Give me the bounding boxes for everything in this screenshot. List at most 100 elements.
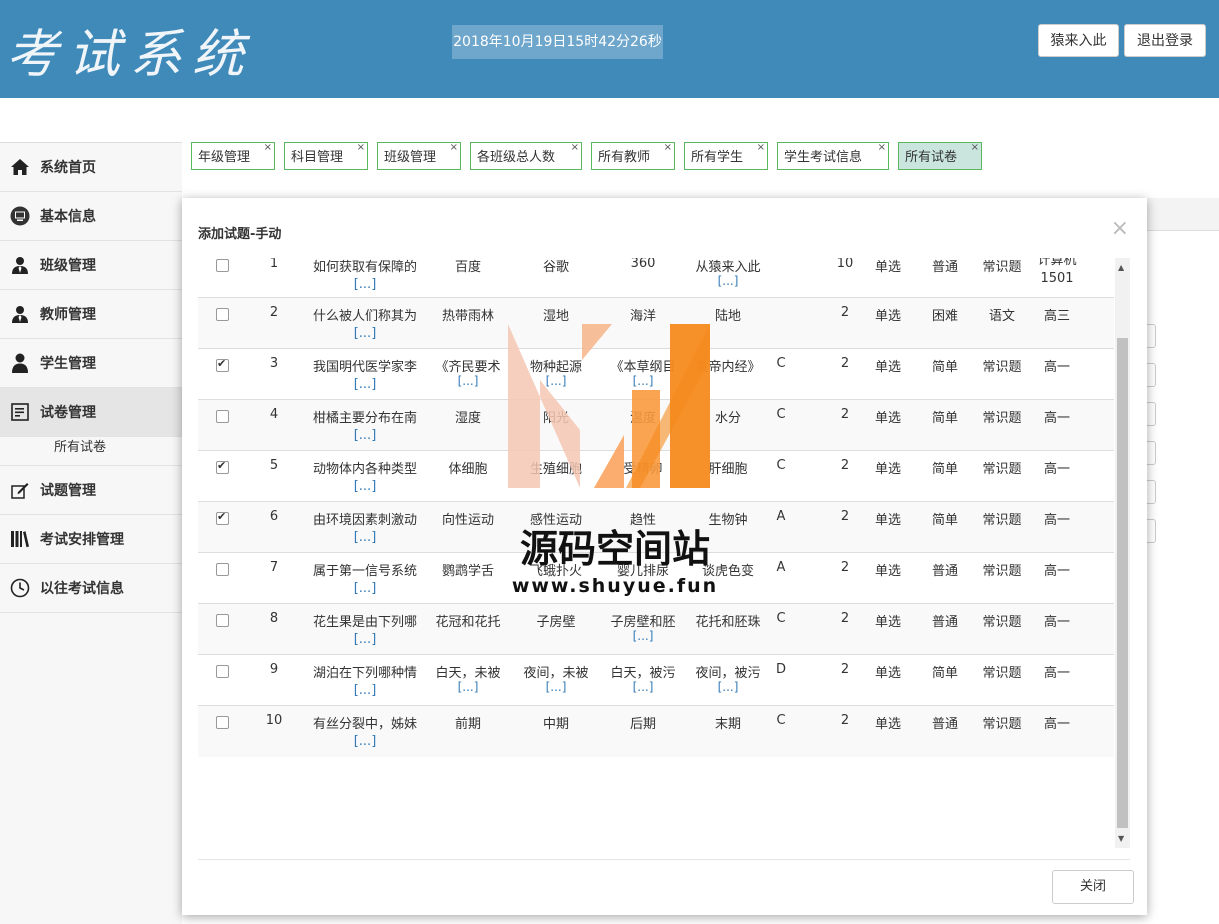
cell-d: 陆地 [686, 298, 770, 324]
enter-button[interactable]: 猿来入此 [1038, 24, 1119, 57]
row-checkbox[interactable] [216, 459, 229, 474]
row-checkbox[interactable] [216, 510, 229, 525]
cell-text: 简单 [931, 513, 958, 528]
scroll-down-icon[interactable]: ▼ [1118, 834, 1124, 843]
more-link[interactable]: [...] [306, 531, 424, 544]
cell-text: 陆地 [714, 309, 741, 324]
close-icon[interactable]: × [878, 133, 886, 163]
more-link[interactable]: [...] [306, 327, 424, 340]
cell-text: 湿地 [542, 309, 569, 324]
cell-ans [766, 298, 796, 305]
row-checkbox[interactable] [216, 259, 229, 272]
sidebar-item-exam-schedule[interactable]: 考试安排管理 [0, 515, 182, 564]
cell-text: 普通 [931, 260, 958, 275]
cell-text: 单选 [874, 513, 901, 528]
logout-button[interactable]: 退出登录 [1124, 24, 1206, 57]
tab-class[interactable]: 班级管理 × [377, 142, 461, 170]
row-checkbox[interactable] [216, 410, 229, 423]
scrollbar-thumb[interactable] [1117, 338, 1128, 828]
close-icon[interactable]: × [971, 133, 979, 163]
more-link[interactable]: [...] [600, 630, 686, 642]
cell-text: 高一 [1043, 564, 1070, 579]
cell-grade: 计算机1501 [1034, 258, 1080, 288]
table-row[interactable]: 10 有丝分裂中，姊妹 [...] 前期 中期 后期 末期 C 2 单选 普通 常识题 高一 [198, 705, 1114, 757]
more-link[interactable]: [...] [428, 375, 508, 387]
cell-q: 我国明代医学家李 [...] [306, 349, 424, 391]
cell-ans: A [766, 502, 796, 524]
more-link[interactable]: [...] [306, 735, 424, 748]
tab-teachers[interactable]: 所有教师 × [591, 142, 675, 170]
cell-ans: C [766, 400, 796, 422]
cell-a: 《齐民要术 [...] [428, 349, 508, 387]
close-icon[interactable]: × [357, 133, 365, 163]
user-tie-icon [10, 255, 30, 275]
more-link[interactable]: [...] [306, 480, 424, 493]
close-icon[interactable]: × [571, 133, 579, 163]
table-row[interactable]: 6 由环境因素刺激动 [...] 向性运动 感性运动 趋性 生物钟 A 2 单选 简单 常识题 高一 [198, 501, 1114, 553]
close-button[interactable]: 关闭 [1052, 870, 1134, 904]
more-link[interactable]: [...] [686, 681, 770, 693]
close-icon[interactable]: × [757, 133, 765, 163]
tab-students[interactable]: 所有学生 × [684, 142, 768, 170]
scrollbar[interactable]: ▲ ▼ [1115, 258, 1130, 848]
cell-grade: 高一 [1034, 706, 1080, 732]
sidebar-item-question[interactable]: 试题管理 [0, 465, 182, 515]
row-checkbox[interactable] [216, 665, 229, 678]
cell-q: 动物体内各种类型 [...] [306, 451, 424, 493]
cell-cat: 常识题 [974, 400, 1030, 426]
row-checkbox[interactable] [216, 563, 229, 576]
sidebar-subitem-all-papers[interactable]: 所有试卷 [0, 437, 182, 465]
tab-all-papers[interactable]: 所有试卷 × [898, 142, 982, 170]
cell-d: 花托和胚珠 [686, 604, 770, 630]
more-link[interactable]: [...] [514, 681, 598, 693]
close-icon[interactable]: × [1111, 216, 1129, 241]
close-icon[interactable]: × [664, 133, 672, 163]
row-checkbox[interactable] [216, 308, 229, 321]
tab-exam-info[interactable]: 学生考试信息 × [777, 142, 889, 170]
table-row[interactable]: 4 柑橘主要分布在南 [...] 湿度 阳光 温度 水分 C 2 单选 简单 常识题 高一 [198, 399, 1114, 451]
table-row[interactable]: 1 如何获取有保障的 [...] 百度 谷歌 360 从猿来入此 [...] 10 单选 普通 常识题… [198, 258, 1114, 300]
table-row[interactable]: 9 湖泊在下列哪种情 [...] 白天，未被 [...] 夜间，未被 [...] 白天，被污[… [198, 654, 1114, 706]
more-link[interactable]: [...] [306, 684, 424, 697]
more-link[interactable]: [...] [514, 375, 598, 387]
sidebar-item-basic-info[interactable]: 基本信息 [0, 192, 182, 241]
row-checkbox[interactable] [216, 357, 229, 372]
more-link[interactable]: [...] [306, 633, 424, 646]
cell-ans: C [766, 604, 796, 626]
table-row[interactable]: 5 动物体内各种类型 [...] 体细胞 生殖细胞 受精卵 肝细胞 C 2 单选 简单 常识题 高一 [198, 450, 1114, 502]
table-row[interactable]: 7 属于第一信号系统 [...] 鹦鹉学舌 飞蛾扑火 婴儿排尿 谈虎色变 A 2 单选 普通 常识题 高… [198, 552, 1114, 604]
more-link[interactable]: [...] [600, 375, 686, 387]
cell-text: 常识题 [982, 260, 1022, 275]
tab-subject[interactable]: 科目管理 × [284, 142, 368, 170]
row-checkbox[interactable] [216, 716, 229, 729]
more-link[interactable]: [...] [306, 582, 424, 595]
sidebar-item-past-exams[interactable]: 以往考试信息 [0, 564, 182, 613]
sidebar-item-class[interactable]: 班级管理 [0, 241, 182, 290]
more-link[interactable]: [...] [686, 275, 770, 287]
table-row[interactable]: 3我国明代医学家李[...]《齐民要术[...]物种起源[...]《本草纲目[.… [198, 348, 1114, 400]
more-link[interactable]: [...] [306, 278, 424, 291]
more-link[interactable]: [...] [600, 681, 686, 693]
cell-score: 2 [828, 400, 862, 422]
sidebar-item-home[interactable]: 系统首页 [0, 143, 182, 192]
scroll-up-icon[interactable]: ▲ [1118, 263, 1124, 272]
table-row[interactable]: 2 什么被人们称其为 [...] 热带雨林 湿地 海洋 陆地 2 单选 困难 语文 高三 [198, 297, 1114, 349]
more-link[interactable]: [...] [306, 429, 424, 442]
more-link[interactable]: [...] [428, 681, 508, 693]
close-icon[interactable]: × [450, 133, 458, 163]
cell-text: 中期 [542, 717, 569, 732]
tab-grade[interactable]: 年级管理 × [191, 142, 275, 170]
row-checkbox[interactable] [216, 614, 229, 627]
more-link[interactable]: [...] [306, 378, 424, 391]
close-icon[interactable]: × [264, 133, 272, 163]
sidebar-item-student[interactable]: 学生管理 [0, 339, 182, 388]
sidebar-item-paper[interactable]: 试卷管理 [0, 388, 182, 437]
table-row[interactable]: 8 花生果是由下列哪 [...] 花冠和花托 子房壁 子房壁和胚 [...] 花托和胚珠 C 2 单… [198, 603, 1114, 655]
cell-text: 2 [840, 713, 850, 728]
tab-class-count[interactable]: 各班级总人数 × [470, 142, 582, 170]
cell-text: 生物钟 [708, 513, 748, 528]
cell-n: 1 [248, 258, 300, 271]
cell-text: 困难 [931, 309, 958, 324]
sidebar-item-teacher[interactable]: 教师管理 [0, 290, 182, 339]
cell-level: 普通 [922, 553, 968, 579]
